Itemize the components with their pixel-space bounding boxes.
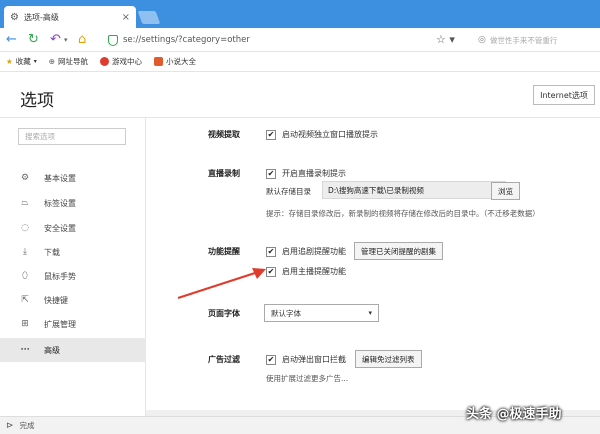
drama-reminder-option[interactable]: ✔ 启用追剧提醒功能 [266, 246, 346, 257]
live-record-checkbox[interactable]: ✔ [266, 168, 276, 179]
watermark: 头条 @极速手助 [466, 407, 562, 422]
storage-dir-label: 默认存储目录 [266, 187, 311, 196]
shield-icon: ◌ [21, 223, 29, 233]
mouse-icon: ⬯ [22, 271, 28, 281]
chevron-down-icon: ▾ [33, 58, 37, 65]
search-engine-icon: ◎ [478, 35, 486, 45]
streamer-reminder-checkbox[interactable]: ✔ [266, 266, 276, 277]
refresh-icon[interactable]: ↻ [28, 32, 39, 48]
home-icon[interactable]: ⌂ [78, 32, 86, 48]
book-icon [154, 57, 164, 66]
page-font-select[interactable]: 默认字体 ▾ [264, 304, 379, 322]
bookmark-favorites[interactable]: ★ 收藏 ▾ [6, 56, 37, 67]
extension-icon: ⊞ [21, 319, 29, 329]
settings-content: 视频提取 ✔ 启动视频独立窗口播放提示 直播录制 ✔ 开启直播录制提示 默认存储… [146, 118, 600, 416]
sidebar-item-extensions[interactable]: ⊞ 扩展管理 [0, 312, 146, 336]
settings-header: 选项 Internet选项 [0, 72, 600, 118]
page-title: 选项 [20, 91, 54, 111]
tab-title: 选项-高级 [23, 12, 59, 22]
sidebar-item-basic[interactable]: ⚙ 基本设置 [0, 166, 146, 190]
address-bar[interactable]: se://settings/?category=other [102, 31, 464, 49]
settings-search-input[interactable]: 搜索选项 [18, 128, 126, 145]
sidebar-item-shortcuts[interactable]: ⇱ 快捷键 [0, 288, 146, 312]
settings-sidebar: 搜索选项 ⚙ 基本设置 ⏢ 标签设置 ◌ 安全设置 ⤓ 下载 ⬯ 鼠标手势 ⇱ … [0, 118, 146, 416]
new-tab-button[interactable] [137, 11, 161, 24]
sidebar-item-mouse-gesture[interactable]: ⬯ 鼠标手势 [0, 264, 146, 288]
download-icon: ⤓ [23, 247, 27, 257]
bookmarks-bar: ★ 收藏 ▾ ⊕ 网址导航 游戏中心 小说大全 [0, 52, 600, 72]
search-placeholder: 做世性手来不管重行 [489, 35, 558, 45]
section-title-page-font: 页面字体 [208, 309, 240, 318]
gear-icon: ⚙ [20, 173, 30, 183]
tab-icon: ⏢ [21, 198, 29, 208]
bookmark-nav[interactable]: ⊕ 网址导航 [49, 56, 88, 67]
sidebar-item-security[interactable]: ◌ 安全设置 [0, 216, 146, 240]
shortcut-icon: ⇱ [21, 295, 29, 305]
popup-block-checkbox[interactable]: ✔ [266, 354, 276, 365]
status-text: 完成 [19, 421, 35, 430]
sidebar-toggle-icon[interactable]: ⊳ [6, 421, 14, 431]
storage-hint: 提示：存储目录修改后，新录制的视频将存储在修改后的目录中。（不迁移老数据） [266, 209, 540, 218]
section-title-live-record: 直播录制 [208, 169, 240, 178]
live-record-option[interactable]: ✔ 开启直播录制提示 [266, 168, 346, 179]
globe-icon: ⊕ [48, 57, 56, 66]
bookmark-games[interactable]: 游戏中心 [100, 56, 142, 67]
navigation-toolbar: ← ↻ ↶ ▾ ⌂ se://settings/?category=other … [0, 28, 600, 52]
more-icon: ⋯ [20, 345, 30, 355]
star-icon: ★ [6, 57, 13, 66]
title-bar: ⚙ 选项-高级 × [0, 0, 600, 28]
streamer-reminder-option[interactable]: ✔ 启用主播提醒功能 [266, 266, 346, 277]
video-extract-option[interactable]: ✔ 启动视频独立窗口播放提示 [266, 129, 378, 140]
browser-tab[interactable]: ⚙ 选项-高级 × [4, 6, 136, 28]
secure-shield-icon [108, 34, 118, 46]
sidebar-item-advanced[interactable]: ⋯ 高级 [0, 338, 146, 362]
manage-closed-reminders-button[interactable]: 管理已关闭提醒的剧集 [354, 242, 443, 260]
undo-icon[interactable]: ↶ [50, 32, 61, 48]
section-title-video-extract: 视频提取 [208, 130, 240, 139]
address-text: se://settings/?category=other [123, 35, 250, 45]
bookmark-star-icon[interactable]: ☆ ▾ [436, 33, 455, 46]
chevron-down-icon: ▾ [368, 309, 372, 317]
storage-dir-field[interactable]: D:\搜狗高速下载\已录制视频 [322, 181, 506, 199]
sidebar-item-tabs[interactable]: ⏢ 标签设置 [0, 191, 146, 215]
drama-reminder-checkbox[interactable]: ✔ [266, 246, 276, 257]
sidebar-item-download[interactable]: ⤓ 下载 [0, 240, 146, 264]
ad-filter-hint-link[interactable]: 使用扩展过滤更多广告... [266, 373, 348, 384]
section-title-reminder: 功能提醒 [208, 247, 240, 256]
section-title-ad-filter: 广告过滤 [208, 355, 240, 364]
popup-block-option[interactable]: ✔ 启动弹出窗口拦截 [266, 354, 346, 365]
browse-button[interactable]: 浏览 [491, 182, 520, 200]
game-icon [100, 57, 110, 66]
bookmark-novels[interactable]: 小说大全 [154, 56, 196, 67]
edit-whitelist-button[interactable]: 编辑免过滤列表 [355, 350, 422, 368]
internet-options-button[interactable]: Internet选项 [533, 85, 595, 105]
close-tab-icon[interactable]: × [122, 12, 130, 23]
back-icon[interactable]: ← [6, 32, 17, 48]
video-extract-checkbox[interactable]: ✔ [266, 129, 276, 140]
dropdown-icon[interactable]: ▾ [64, 32, 68, 48]
gear-icon: ⚙ [10, 11, 19, 23]
search-box[interactable]: ◎ 做世性手来不管重行 [474, 32, 592, 48]
